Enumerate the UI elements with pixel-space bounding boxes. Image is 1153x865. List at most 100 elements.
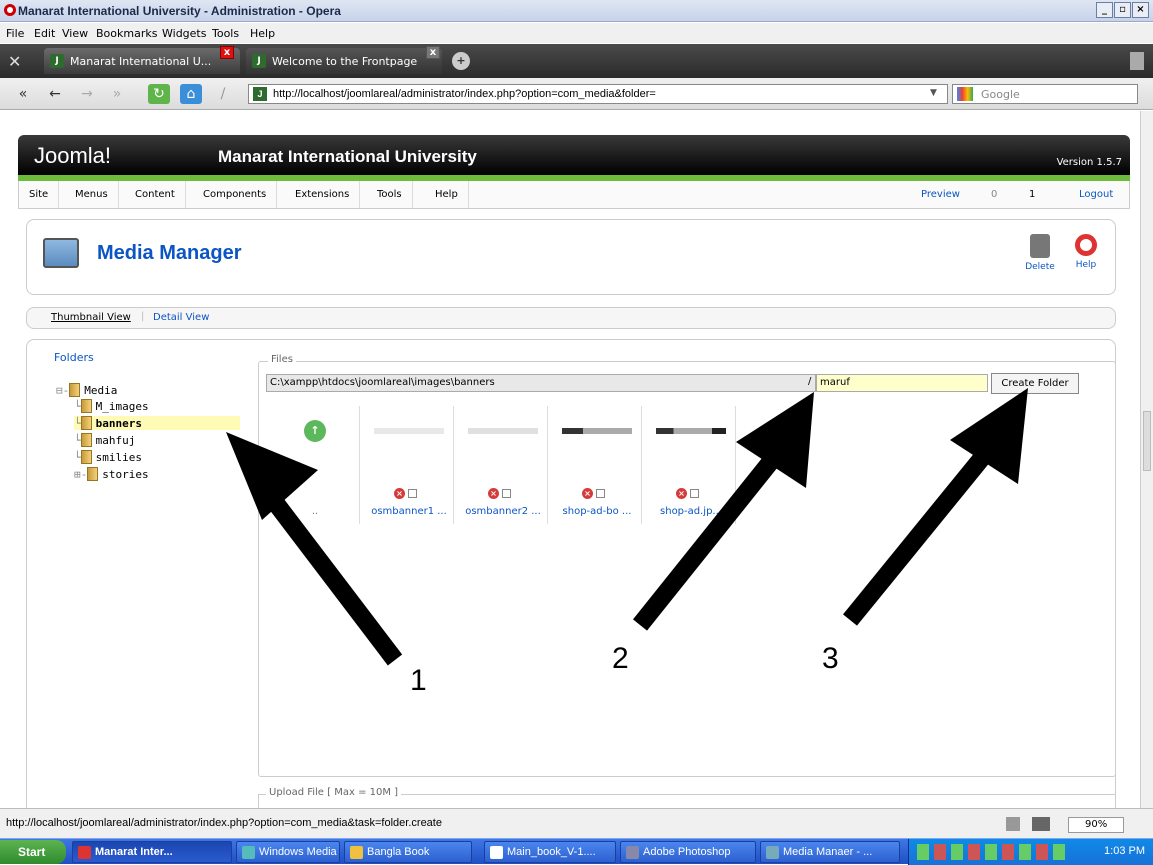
admin-menu-menus[interactable]: Menus — [65, 181, 119, 208]
close-tab-icon[interactable]: x — [426, 46, 440, 59]
tab-manarat[interactable]: J Manarat International U... — [44, 48, 240, 74]
thumbnail-osmbanner1[interactable]: × osmbanner1 ... — [364, 406, 454, 524]
menu-help[interactable]: Help — [250, 27, 275, 40]
admin-menu-extensions[interactable]: Extensions — [285, 181, 361, 208]
tree-item-m-images[interactable]: └ M_images — [74, 399, 149, 413]
menu-edit[interactable]: Edit — [34, 27, 55, 40]
delete-file-icon[interactable]: × — [582, 488, 593, 499]
tray-icons[interactable] — [917, 844, 1067, 860]
task-label: Windows Media ... — [259, 846, 340, 858]
start-button[interactable]: Start — [0, 840, 66, 864]
tab-label: Welcome to the Frontpage — [272, 55, 418, 68]
delete-file-icon[interactable]: × — [488, 488, 499, 499]
create-folder-button[interactable]: Create Folder — [991, 373, 1079, 394]
preview-link[interactable]: Preview — [921, 189, 960, 200]
select-checkbox[interactable] — [408, 489, 417, 498]
thumbnail-label[interactable]: shop-ad.jp... — [646, 506, 736, 517]
thumbnail-label[interactable]: osmbanner1 ... — [364, 506, 454, 517]
admin-menu-tools[interactable]: Tools — [367, 181, 413, 208]
thumbnail-up[interactable]: ↑ .. — [270, 406, 360, 524]
image-icon — [766, 846, 779, 859]
trash-icon[interactable] — [1130, 52, 1144, 70]
tree-item-smilies[interactable]: └ smilies — [74, 450, 142, 464]
folder-icon — [80, 450, 92, 464]
task-photoshop[interactable]: Adobe Photoshop — [620, 841, 756, 863]
fast-forward-icon[interactable]: » — [106, 84, 128, 104]
task-media-manager[interactable]: Media Manaer - ... — [760, 841, 900, 863]
menu-file[interactable]: File — [6, 27, 24, 40]
menu-widgets[interactable]: Widgets — [162, 27, 206, 40]
admin-menu-components[interactable]: Components — [193, 181, 278, 208]
close-window-button[interactable]: × — [1132, 2, 1149, 18]
menu-tools[interactable]: Tools — [212, 27, 239, 40]
thumbnail-image — [656, 428, 726, 434]
menu-bookmarks[interactable]: Bookmarks — [96, 27, 157, 40]
admin-menu-content[interactable]: Content — [125, 181, 186, 208]
tree-collapse-icon[interactable]: ⊟- — [56, 384, 69, 397]
tree-root-label: Media — [84, 384, 118, 397]
tree-expand-icon[interactable]: ⊞- — [74, 468, 87, 481]
annotation-label-2: 2 — [612, 642, 629, 675]
tree-item-banners[interactable]: └ banners — [74, 416, 240, 430]
home-icon[interactable]: ⌂ — [180, 84, 202, 104]
close-tab-icon[interactable]: x — [220, 46, 234, 59]
vertical-scrollbar[interactable] — [1140, 111, 1153, 808]
maximize-button[interactable]: ▫ — [1114, 2, 1131, 18]
annotation-label-3: 3 — [822, 642, 839, 675]
minimize-button[interactable]: _ — [1096, 2, 1113, 18]
scrollbar-thumb[interactable] — [1143, 411, 1151, 471]
rewind-icon[interactable]: « — [12, 84, 34, 104]
tab-detail-view[interactable]: Detail View — [153, 312, 209, 323]
tree-item-stories[interactable]: ⊞- stories — [74, 467, 149, 481]
help-button[interactable]: Help — [1067, 234, 1105, 270]
thumbnail-label[interactable]: osmbanner2 ... — [458, 506, 548, 517]
thumbnail-label[interactable]: shop-ad-bo ... — [552, 506, 642, 517]
thumbnail-osmbanner2[interactable]: × osmbanner2 ... — [458, 406, 548, 524]
page-icon[interactable] — [1006, 817, 1020, 831]
task-windows-media[interactable]: Windows Media ... — [236, 841, 340, 863]
zoom-value: 90% — [1085, 819, 1108, 830]
admin-menu-help[interactable]: Help — [425, 181, 469, 208]
annotation-label-1: 1 — [410, 664, 427, 697]
media-manager-icon — [43, 238, 79, 268]
delete-file-icon[interactable]: × — [676, 488, 687, 499]
select-checkbox[interactable] — [502, 489, 511, 498]
tools-icon[interactable]: ✕ — [8, 52, 21, 71]
current-path-field: C:\xampp\htdocs\joomlareal\images\banner… — [266, 374, 816, 392]
admin-menu: Site Menus Content Components Extensions… — [18, 181, 1130, 209]
back-icon[interactable]: ← — [44, 84, 66, 104]
tree-item-mahfuj[interactable]: └ mahfuj — [74, 433, 135, 447]
select-checkbox[interactable] — [690, 489, 699, 498]
select-checkbox[interactable] — [596, 489, 605, 498]
new-tab-icon[interactable]: + — [452, 52, 470, 70]
delete-file-icon[interactable]: × — [394, 488, 405, 499]
camera-icon[interactable] — [1032, 817, 1050, 831]
thumbnail-shop-ad[interactable]: × shop-ad.jp... — [646, 406, 736, 524]
thumbnail-shop-ad-bo[interactable]: × shop-ad-bo ... — [552, 406, 642, 524]
chevron-down-icon[interactable]: ▼ — [930, 88, 937, 98]
tab-thumbnail-view[interactable]: Thumbnail View — [51, 312, 131, 323]
word-icon — [490, 846, 503, 859]
folder-up-icon[interactable]: ↑ — [304, 420, 326, 442]
search-input[interactable]: Google — [952, 84, 1138, 104]
site-title: Manarat International University — [218, 147, 477, 166]
address-field[interactable]: J http://localhost/joomlareal/administra… — [248, 84, 948, 104]
tree-root[interactable]: ⊟- Media — [56, 383, 117, 397]
task-bangla-book[interactable]: Bangla Book — [344, 841, 472, 863]
reload-icon[interactable]: ↻ — [148, 84, 170, 104]
task-manarat[interactable]: Manarat Inter... — [72, 841, 232, 863]
edit-icon[interactable]: / — [212, 84, 234, 104]
messages-count[interactable]: 0 — [991, 189, 997, 200]
joomla-favicon-icon: J — [253, 87, 267, 101]
logout-link[interactable]: Logout — [1079, 189, 1113, 200]
forward-icon[interactable]: → — [76, 84, 98, 104]
menu-view[interactable]: View — [62, 27, 88, 40]
new-folder-input[interactable]: maruf — [816, 374, 988, 392]
delete-button[interactable]: Delete — [1021, 234, 1059, 272]
task-word[interactable]: Main_book_V-1.... — [484, 841, 616, 863]
zoom-selector[interactable]: 90% — [1068, 817, 1124, 833]
users-online-count[interactable]: 1 — [1029, 189, 1035, 200]
tab-frontpage[interactable]: J Welcome to the Frontpage — [246, 48, 442, 74]
task-label: Manarat Inter... — [95, 846, 173, 858]
admin-menu-site[interactable]: Site — [19, 181, 60, 208]
